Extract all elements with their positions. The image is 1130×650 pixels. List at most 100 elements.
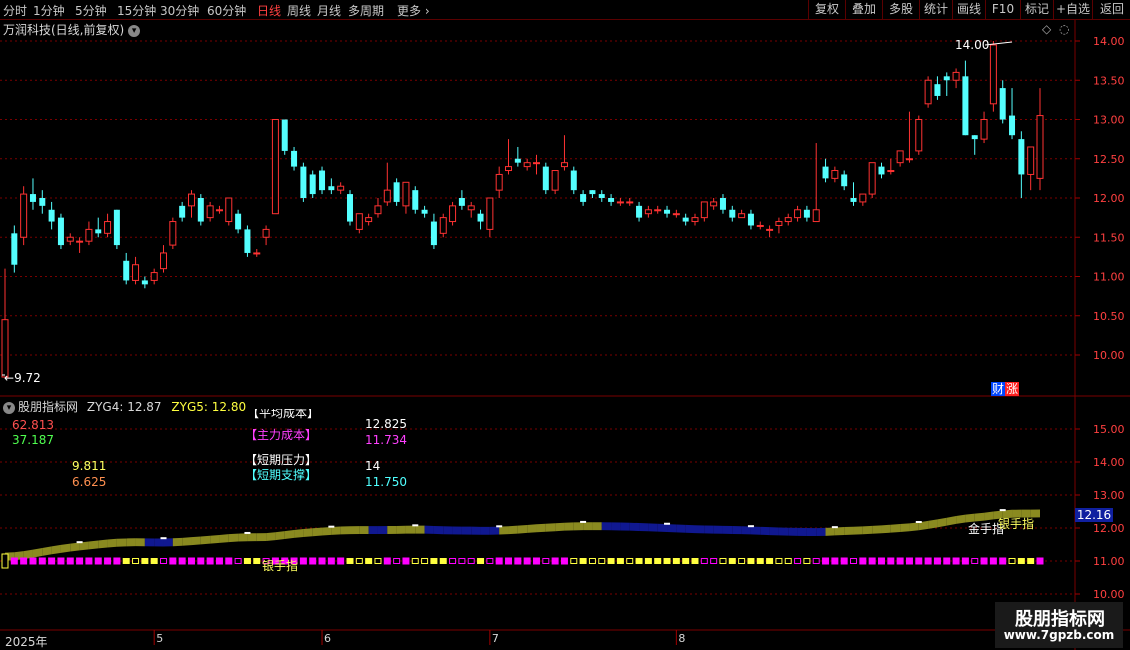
band-segment bbox=[322, 526, 332, 536]
candle-body bbox=[271, 119, 279, 215]
candle-body bbox=[281, 119, 288, 151]
candle-body bbox=[113, 209, 120, 246]
candle-body bbox=[980, 119, 988, 140]
chevron-down-icon[interactable]: ▾ bbox=[3, 401, 15, 414]
band-segment bbox=[620, 522, 630, 531]
candle-body bbox=[878, 166, 885, 175]
candle-body bbox=[150, 272, 158, 281]
candle-body bbox=[48, 209, 55, 222]
signal-bar bbox=[411, 558, 419, 564]
indicator-tick-label: 10.00 bbox=[1093, 588, 1125, 601]
band-marker bbox=[580, 520, 587, 523]
band-segment bbox=[331, 526, 341, 535]
candle-body bbox=[20, 193, 28, 238]
candle-body bbox=[421, 209, 428, 214]
candle-body bbox=[532, 162, 540, 165]
band-segment bbox=[816, 527, 826, 537]
signal-bar bbox=[215, 557, 223, 565]
band-marker bbox=[328, 525, 335, 528]
band-segment bbox=[517, 524, 528, 534]
band-segment bbox=[704, 525, 714, 534]
signal-bar bbox=[104, 557, 112, 565]
band-segment bbox=[275, 531, 285, 541]
candle-body bbox=[514, 158, 521, 163]
signal-bar bbox=[383, 557, 391, 565]
band-segment bbox=[611, 522, 621, 531]
band-segment bbox=[294, 529, 304, 538]
signal-bar bbox=[10, 557, 18, 565]
signal-bar bbox=[94, 557, 102, 565]
band-segment bbox=[881, 524, 891, 534]
event-badges[interactable]: 财涨 bbox=[991, 380, 1020, 397]
signal-bar bbox=[766, 558, 774, 564]
band-segment bbox=[247, 533, 257, 542]
band-segment bbox=[489, 526, 500, 535]
signal-bar bbox=[458, 558, 466, 564]
candle-body bbox=[215, 209, 223, 212]
candle-body bbox=[355, 213, 363, 230]
current-value-tag: 12.16 bbox=[1075, 508, 1113, 522]
band-segment bbox=[359, 526, 369, 535]
left-value-4: 6.625 bbox=[72, 475, 107, 489]
diamond-icon[interactable]: ◇ bbox=[1042, 22, 1051, 36]
signal-bar bbox=[225, 557, 233, 565]
candle-body bbox=[551, 170, 559, 191]
signal-bar bbox=[542, 558, 550, 564]
band-segment bbox=[126, 538, 136, 547]
candle-body bbox=[542, 166, 549, 191]
signal-bar bbox=[187, 557, 195, 565]
candle-body bbox=[383, 189, 391, 203]
band-segment bbox=[461, 526, 472, 535]
candle-body bbox=[347, 194, 353, 222]
signal-bar bbox=[402, 557, 410, 565]
band-segment bbox=[741, 526, 751, 535]
zyg5-label: ZYG5: bbox=[171, 400, 208, 414]
band-segment bbox=[471, 526, 481, 535]
price-tick-label: 11.50 bbox=[1093, 231, 1125, 244]
signal-bar bbox=[234, 558, 242, 564]
settings-icon[interactable]: ◌ bbox=[1059, 22, 1069, 36]
price-tick-label: 14.00 bbox=[1093, 35, 1125, 48]
limit-up-badge[interactable]: 涨 bbox=[1005, 382, 1020, 396]
signal-bar bbox=[1036, 557, 1044, 565]
price-tick-label: 11.00 bbox=[1093, 271, 1125, 284]
signal-bar bbox=[747, 558, 755, 564]
band-segment bbox=[191, 536, 201, 546]
signal-bar bbox=[374, 558, 382, 564]
finance-badge[interactable]: 财 bbox=[991, 382, 1006, 396]
candle-body bbox=[672, 213, 680, 216]
signal-bar bbox=[1, 553, 9, 569]
band-segment bbox=[405, 525, 416, 534]
signal-bar bbox=[206, 557, 214, 565]
candle-body bbox=[580, 194, 587, 202]
kline-chart[interactable]: 14.00 13.50 13.00 12.50 12.00 11.50 11.00 10.50… bbox=[0, 0, 1130, 650]
candle-body bbox=[822, 166, 829, 179]
candle-body bbox=[943, 76, 950, 81]
band-segment bbox=[900, 523, 910, 532]
signal-bar bbox=[48, 557, 56, 565]
band-segment bbox=[51, 544, 61, 555]
month-label: 7 bbox=[492, 632, 499, 645]
candle-body bbox=[1036, 115, 1044, 179]
band-segment bbox=[70, 542, 80, 552]
signal-bar bbox=[505, 557, 513, 565]
band-segment bbox=[909, 522, 919, 532]
signal-bar bbox=[309, 557, 317, 565]
band-segment bbox=[350, 526, 360, 535]
band-segment bbox=[825, 527, 835, 536]
candle-body bbox=[160, 252, 168, 270]
candle-body bbox=[39, 198, 46, 206]
signal-bar bbox=[682, 558, 690, 564]
candle-body bbox=[85, 228, 93, 242]
month-label: 6 bbox=[324, 632, 331, 645]
candle-body bbox=[570, 170, 577, 191]
low-marker-value: 9.72 bbox=[14, 371, 41, 385]
band-segment bbox=[657, 523, 668, 533]
band-marker bbox=[831, 526, 838, 529]
band-segment bbox=[303, 528, 313, 537]
candle-body bbox=[738, 213, 746, 219]
price-tick-label: 12.50 bbox=[1093, 153, 1125, 166]
band-segment bbox=[135, 538, 145, 547]
band-segment bbox=[154, 538, 164, 547]
candle-body bbox=[608, 198, 615, 202]
